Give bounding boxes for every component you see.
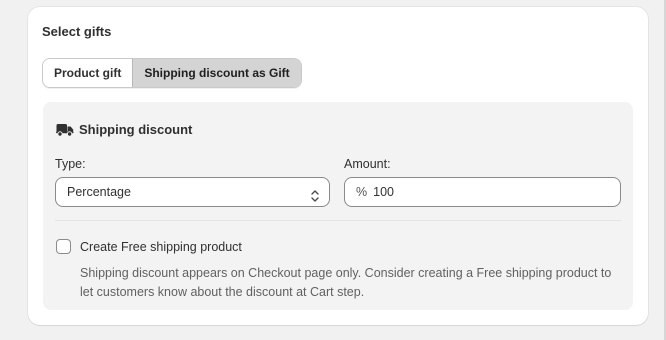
help-text: Shipping discount appears on Checkout pa… bbox=[80, 266, 612, 299]
type-select[interactable]: Percentage bbox=[55, 177, 330, 207]
type-select-value: Percentage bbox=[67, 185, 131, 199]
divider bbox=[55, 220, 621, 221]
amount-value: 100 bbox=[373, 185, 394, 199]
tab-product-gift[interactable]: Product gift bbox=[43, 59, 133, 87]
card-title: Select gifts bbox=[42, 24, 112, 39]
amount-prefix: % bbox=[356, 185, 368, 199]
gift-type-tabs: Product gift Shipping discount as Gift bbox=[42, 58, 302, 88]
panel-title: Shipping discount bbox=[79, 122, 193, 137]
select-chevrons-icon bbox=[310, 185, 320, 202]
free-shipping-product-label[interactable]: Create Free shipping product bbox=[80, 240, 242, 254]
type-label: Type: bbox=[55, 157, 86, 171]
amount-input[interactable]: % 100 bbox=[344, 177, 621, 207]
panel-header: Shipping discount bbox=[56, 122, 192, 137]
amount-label: Amount: bbox=[344, 157, 391, 171]
shipping-discount-panel: Shipping discount Type: Percentage Amoun… bbox=[43, 102, 633, 310]
select-gifts-card: Select gifts Product gift Shipping disco… bbox=[28, 7, 648, 325]
free-shipping-product-checkbox[interactable] bbox=[56, 239, 71, 254]
truck-icon bbox=[56, 123, 74, 137]
tab-shipping-discount-as-gift[interactable]: Shipping discount as Gift bbox=[132, 59, 301, 87]
